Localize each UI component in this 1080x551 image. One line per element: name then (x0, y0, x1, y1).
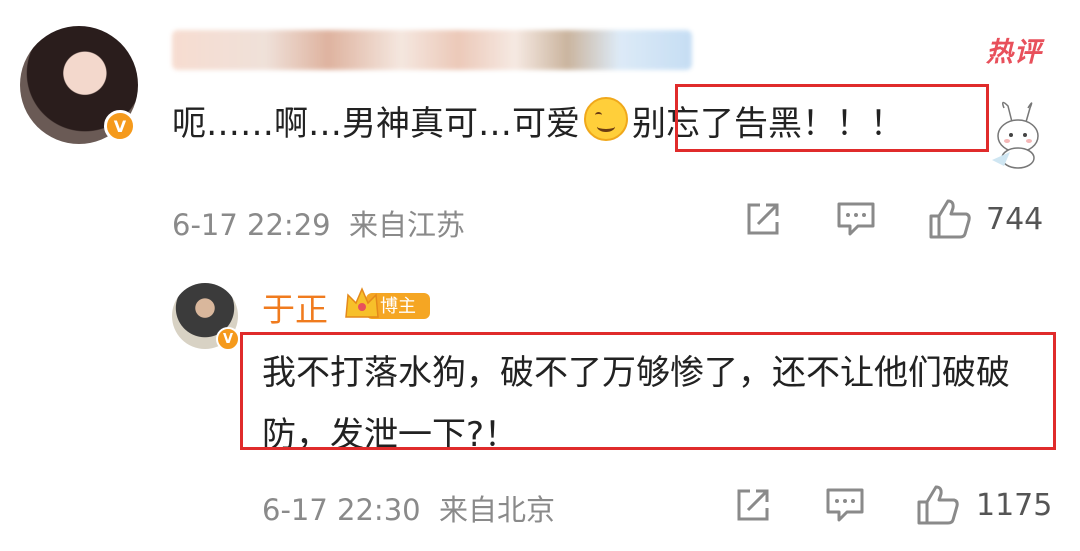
red-highlight-box (240, 332, 1056, 450)
reply-location: 来自北京 (439, 493, 556, 527)
share-icon[interactable] (744, 200, 782, 238)
verified-badge-icon: V (216, 327, 240, 351)
comment-text-part: 呃……啊…男神真可…可爱 (172, 104, 580, 144)
verified-badge-icon: V (104, 110, 136, 142)
blogger-badge-label: 博主 (380, 296, 416, 317)
red-highlight-box (675, 84, 989, 152)
share-icon[interactable] (734, 486, 772, 524)
blogger-crown-badge: 博主 (345, 287, 430, 319)
reply-meta: 6-17 22:30 来自北京 (262, 487, 555, 529)
like-count: 1175 (976, 488, 1053, 523)
comment-icon[interactable] (836, 200, 876, 238)
like-count: 744 (986, 202, 1044, 237)
comment-icon[interactable] (825, 486, 865, 524)
bunny-sticker-icon (992, 101, 1039, 169)
reply-author-name[interactable]: 于正 (262, 283, 328, 331)
hot-comment-label: 热评 (986, 37, 1042, 68)
comment-date: 6-17 22:29 (172, 208, 331, 242)
like-icon[interactable] (916, 484, 960, 526)
smiling-face-emoji-icon (584, 97, 628, 141)
like-icon[interactable] (928, 198, 972, 240)
reply-date: 6-17 22:30 (262, 493, 421, 527)
comment-location: 来自江苏 (349, 208, 466, 242)
top-comment-meta: 6-17 22:29 来自江苏 (172, 202, 465, 244)
blurred-username[interactable] (172, 30, 692, 70)
